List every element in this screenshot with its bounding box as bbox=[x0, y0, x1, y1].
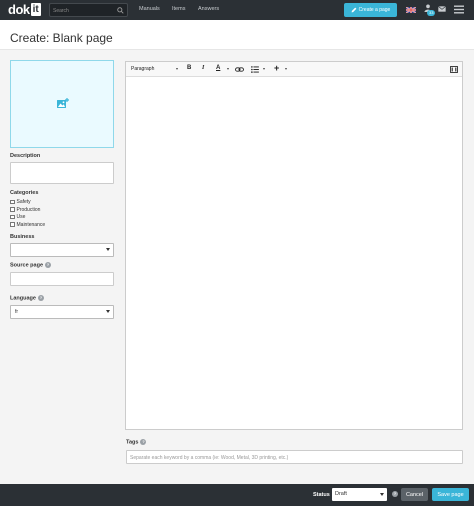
paragraph-format-select[interactable]: Paragraph bbox=[131, 66, 154, 72]
help-icon[interactable]: ? bbox=[392, 491, 398, 497]
bottom-action-bar: Status Draft ? Cancel Save page bbox=[0, 484, 474, 506]
image-upload-area[interactable] bbox=[10, 60, 114, 148]
source-page-field[interactable] bbox=[10, 272, 114, 286]
category-checkbox[interactable] bbox=[10, 222, 15, 227]
category-checkbox[interactable] bbox=[10, 214, 15, 220]
source-page-label-row: Source page? bbox=[10, 262, 52, 269]
uk-flag-icon[interactable] bbox=[406, 7, 416, 13]
language-select[interactable]: fr bbox=[10, 305, 114, 319]
help-icon[interactable]: ? bbox=[140, 439, 147, 445]
help-icon[interactable]: ? bbox=[45, 262, 52, 268]
description-label: Description bbox=[10, 153, 41, 159]
search-input[interactable] bbox=[53, 6, 113, 15]
category-checkbox[interactable] bbox=[10, 207, 15, 212]
chevron-down-icon bbox=[227, 68, 229, 70]
chevron-down-icon bbox=[263, 68, 265, 70]
category-item[interactable]: Use bbox=[10, 214, 25, 220]
language-value: fr bbox=[15, 309, 19, 315]
logo-text: dok bbox=[8, 2, 30, 17]
chevron-down-icon bbox=[176, 68, 178, 70]
link-icon[interactable] bbox=[235, 67, 244, 72]
italic-icon[interactable]: I bbox=[202, 65, 204, 71]
category-label: Safety bbox=[16, 199, 31, 205]
logo-box: it bbox=[30, 3, 41, 16]
category-label: Production bbox=[16, 206, 41, 213]
create-page-button[interactable]: Create a page bbox=[344, 3, 397, 17]
status-value: Draft bbox=[335, 491, 347, 497]
tags-label: Tags bbox=[126, 439, 139, 446]
title-bar: Create: Blank page bbox=[0, 20, 474, 50]
help-icon[interactable]: ? bbox=[37, 295, 44, 301]
status-label: Status bbox=[313, 492, 330, 498]
cancel-button[interactable]: Cancel bbox=[401, 488, 428, 501]
insert-plus-icon[interactable]: + bbox=[274, 63, 279, 73]
page-title: Create: Blank page bbox=[10, 31, 113, 45]
text-color-icon[interactable]: A bbox=[216, 65, 220, 71]
category-item[interactable]: Safety bbox=[10, 199, 31, 205]
add-image-icon bbox=[57, 98, 69, 108]
status-select[interactable]: Draft bbox=[332, 488, 387, 501]
top-navbar: dok it Manuals Items Answers Create a pa… bbox=[0, 0, 474, 20]
description-field[interactable] bbox=[10, 162, 114, 184]
category-label: Maintenance bbox=[16, 221, 46, 228]
chevron-down-icon bbox=[106, 248, 110, 251]
business-label: Business bbox=[10, 234, 35, 240]
tags-input[interactable] bbox=[130, 453, 450, 462]
paragraph-format-label: Paragraph bbox=[131, 66, 155, 72]
bulleted-list-icon[interactable] bbox=[251, 66, 259, 73]
cancel-label: Cancel bbox=[405, 491, 424, 498]
pencil-icon bbox=[351, 7, 357, 13]
chevron-down-icon bbox=[106, 310, 110, 313]
nav-link-manuals[interactable]: Manuals bbox=[139, 6, 160, 12]
chevron-down-icon bbox=[285, 68, 287, 70]
editor-toolbar: Paragraph B I A + bbox=[126, 62, 462, 77]
category-item[interactable]: Maintenance bbox=[10, 222, 45, 228]
save-label: Save page bbox=[437, 491, 464, 498]
categories-label: Categories bbox=[10, 190, 39, 196]
tags-label-row: Tags? bbox=[126, 439, 147, 446]
save-page-button[interactable]: Save page bbox=[432, 488, 469, 501]
source-page-label: Source page bbox=[10, 262, 44, 269]
category-label: Use bbox=[16, 214, 26, 220]
nav-link-items[interactable]: Items bbox=[172, 6, 185, 12]
bold-icon[interactable]: B bbox=[187, 65, 191, 71]
business-select[interactable] bbox=[10, 243, 114, 257]
rich-text-editor[interactable]: Paragraph B I A + bbox=[125, 61, 463, 430]
category-checkbox[interactable] bbox=[10, 199, 15, 205]
search-icon[interactable] bbox=[117, 7, 124, 14]
tags-field bbox=[126, 450, 463, 464]
fullscreen-icon[interactable] bbox=[450, 66, 458, 73]
logo[interactable]: dok it bbox=[8, 2, 41, 17]
chevron-down-icon bbox=[380, 493, 384, 496]
category-item[interactable]: Production bbox=[10, 207, 40, 213]
create-page-label: Create a page bbox=[358, 7, 391, 13]
search-box bbox=[49, 3, 128, 17]
language-label: Language bbox=[10, 295, 36, 302]
notification-badge: 33 bbox=[427, 10, 436, 16]
mail-icon[interactable] bbox=[438, 6, 446, 12]
hamburger-menu-icon[interactable] bbox=[454, 5, 464, 14]
language-label-row: Language? bbox=[10, 295, 44, 301]
nav-link-answers[interactable]: Answers bbox=[198, 6, 219, 12]
